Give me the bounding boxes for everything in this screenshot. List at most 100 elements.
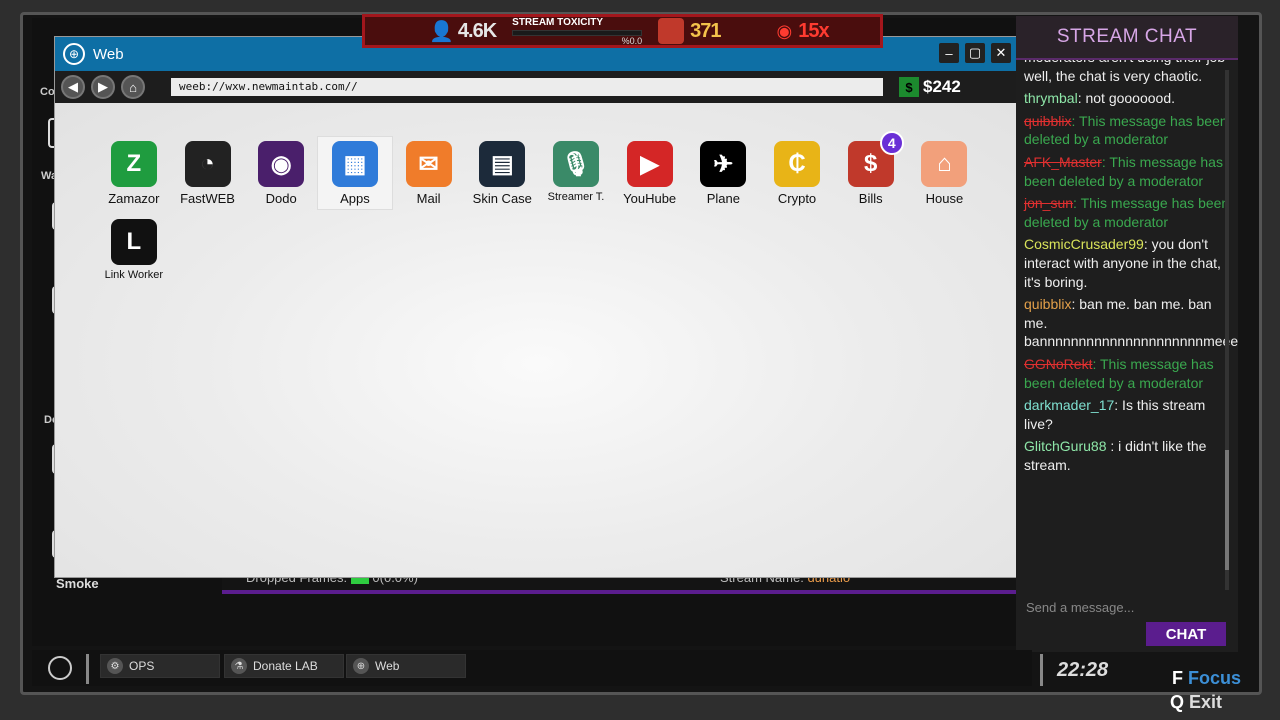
chat-username[interactable]: quibblix xyxy=(1024,296,1071,312)
chat-username[interactable]: thrymbal xyxy=(1024,90,1078,106)
chat-username[interactable]: quibblix xyxy=(1024,113,1071,129)
globe-icon: ⊕ xyxy=(63,43,85,65)
app-link-worker[interactable]: L Link Worker xyxy=(97,215,171,287)
app-zamazor[interactable]: Z Zamazor xyxy=(97,137,171,209)
app-label: Mail xyxy=(416,191,441,206)
app-label: Zamazor xyxy=(108,191,160,206)
chat-username[interactable]: GGNoRekt xyxy=(1024,356,1092,372)
app-apps[interactable]: ▦ Apps xyxy=(318,137,392,209)
chat-message: CosmicCrusader99: you don't interact wit… xyxy=(1024,235,1230,291)
app-dodo[interactable]: ◉ Dodo xyxy=(244,137,318,209)
app-glyph: L xyxy=(126,228,142,255)
chat-username[interactable]: jon_sun xyxy=(1024,195,1073,211)
app-icon: $4 xyxy=(847,131,904,187)
url-bar[interactable]: weeb://wxw.newmaintab.com// xyxy=(171,78,883,96)
chat-send-button[interactable]: CHAT xyxy=(1146,622,1226,646)
taskbar-item-donate-lab[interactable]: ⚗ Donate LAB xyxy=(224,654,344,678)
app-mail[interactable]: ✉ Mail xyxy=(392,137,466,209)
eye-icon: ◉ xyxy=(776,20,793,41)
browser-content: Z Zamazor ◔ FastWEB ◉ Dodo ▦ Apps ✉ Mail ▤ Skin Cas… xyxy=(55,103,1019,577)
taskbar-item-label: Donate LAB xyxy=(253,659,318,673)
chat-scrollbar[interactable] xyxy=(1225,70,1229,590)
exit-key: Q xyxy=(1170,692,1185,712)
minimize-button[interactable]: – xyxy=(939,43,959,63)
chat-username[interactable]: AFK_Master xyxy=(1024,154,1102,170)
focus-hint[interactable]: F Focus xyxy=(1172,668,1241,689)
app-bills[interactable]: $4 Bills xyxy=(834,131,908,209)
chat-message: jon_sun: This message has been deleted b… xyxy=(1024,194,1230,231)
app-label: Dodo xyxy=(265,191,297,206)
app-label: Bills xyxy=(858,191,883,206)
balance-amount: $242 xyxy=(923,77,961,96)
app-label: Plane xyxy=(706,191,740,206)
app-glyph: ▶ xyxy=(640,150,659,178)
focus-label: Focus xyxy=(1188,668,1242,688)
chat-message-fragment: moderators aren't doing their job well, … xyxy=(1024,60,1225,84)
app-fastweb[interactable]: ◔ FastWEB xyxy=(171,137,245,209)
maximize-button[interactable]: ▢ xyxy=(965,43,985,63)
app-icon: ₵ xyxy=(774,141,821,187)
home-icon[interactable]: ⌂ xyxy=(121,75,145,99)
app-label: Skin Case xyxy=(472,191,532,206)
notification-badge: 4 xyxy=(879,131,904,155)
desktop-label: Co xyxy=(40,86,55,98)
chat-header: STREAM CHAT xyxy=(1016,16,1238,60)
focus-key: F xyxy=(1172,668,1183,688)
app-icon: ▤ xyxy=(479,141,526,187)
app-youhube[interactable]: ▶ YouHube xyxy=(613,137,687,209)
chat-username[interactable]: darkmader_17 xyxy=(1024,397,1114,413)
chat-input[interactable]: Send a message... xyxy=(1016,600,1238,620)
app-plane[interactable]: ✈ Plane xyxy=(687,137,761,209)
app-glyph: $ xyxy=(864,150,878,177)
clock: 22:28 xyxy=(1040,654,1108,686)
taskbar: ⚙ OPS ⚗ Donate LAB ⊕ Web xyxy=(32,650,1032,686)
exit-label: Exit xyxy=(1189,692,1223,712)
app-skin-case[interactable]: ▤ Skin Case xyxy=(465,137,539,209)
app-crypto[interactable]: ₵ Crypto xyxy=(760,137,834,209)
chat-text: : not gooooood. xyxy=(1077,90,1175,107)
chat-message: AFK_Master: This message has been delete… xyxy=(1024,153,1230,190)
forward-arrow-icon[interactable]: ▶ xyxy=(91,75,115,99)
app-icon: ✉ xyxy=(405,141,452,187)
exit-hint[interactable]: Q Exit xyxy=(1170,692,1222,713)
stream-hud: 👤 4.6K STREAM TOXICITY %0.0 371 ◉ 15x xyxy=(362,14,883,48)
smoke-label[interactable]: Smoke xyxy=(56,576,99,591)
app-streamer-t[interactable]: 🎙 Streamer T. xyxy=(539,137,613,209)
app-glyph: ▦ xyxy=(343,150,367,178)
flask-icon: ⚗ xyxy=(231,658,247,674)
chat-message: GlitchGuru88 : i didn't like the stream. xyxy=(1024,437,1230,474)
browser-window: ⊕ Web – ▢ ✕ ◀ ▶ ⌂ weeb://wxw.newmaintab.… xyxy=(54,36,1020,578)
stream-chat-panel: STREAM CHAT moderators aren't doing thei… xyxy=(1016,16,1238,652)
chat-messages: moderators aren't doing their job well, … xyxy=(1016,60,1238,600)
app-label: House xyxy=(925,191,964,206)
toxicity-percent: %0.0 xyxy=(621,35,643,46)
app-glyph: ₵ xyxy=(788,150,806,177)
app-label: Streamer T. xyxy=(547,191,605,203)
taskbar-item-web[interactable]: ⊕ Web xyxy=(346,654,466,678)
browser-navbar: ◀ ▶ ⌂ weeb://wxw.newmaintab.com// $ $242 xyxy=(55,71,1019,103)
app-glyph: ◔ xyxy=(200,150,215,177)
start-button[interactable] xyxy=(48,656,72,680)
app-label: YouHube xyxy=(623,191,677,206)
app-glyph: ◉ xyxy=(270,150,292,178)
app-icon: ▦ xyxy=(331,141,378,187)
taskbar-item-label: Web xyxy=(375,659,400,673)
multiplier: 15x xyxy=(798,19,829,42)
app-icon: ◉ xyxy=(258,141,305,187)
app-house[interactable]: ⌂ House xyxy=(908,137,982,209)
app-glyph: ⌂ xyxy=(937,150,952,177)
app-glyph: 🎙 xyxy=(560,150,592,178)
viewers-count: 4.6K xyxy=(457,19,497,42)
chat-username[interactable]: GlitchGuru88 xyxy=(1024,438,1106,454)
taskbar-item-ops[interactable]: ⚙ OPS xyxy=(100,654,220,678)
app-icon: ◔ xyxy=(184,141,231,187)
scrollbar-thumb[interactable] xyxy=(1225,450,1229,570)
taskbar-item-label: OPS xyxy=(129,659,155,673)
app-icon: Z xyxy=(110,141,157,187)
chat-username[interactable]: CosmicCrusader99 xyxy=(1024,236,1144,252)
close-button[interactable]: ✕ xyxy=(991,43,1011,63)
back-arrow-icon[interactable]: ◀ xyxy=(61,75,85,99)
toxicity-meter: STREAM TOXICITY %0.0 xyxy=(512,17,643,46)
app-glyph: ▤ xyxy=(490,150,514,178)
viewers-icon: 👤 xyxy=(429,20,454,43)
